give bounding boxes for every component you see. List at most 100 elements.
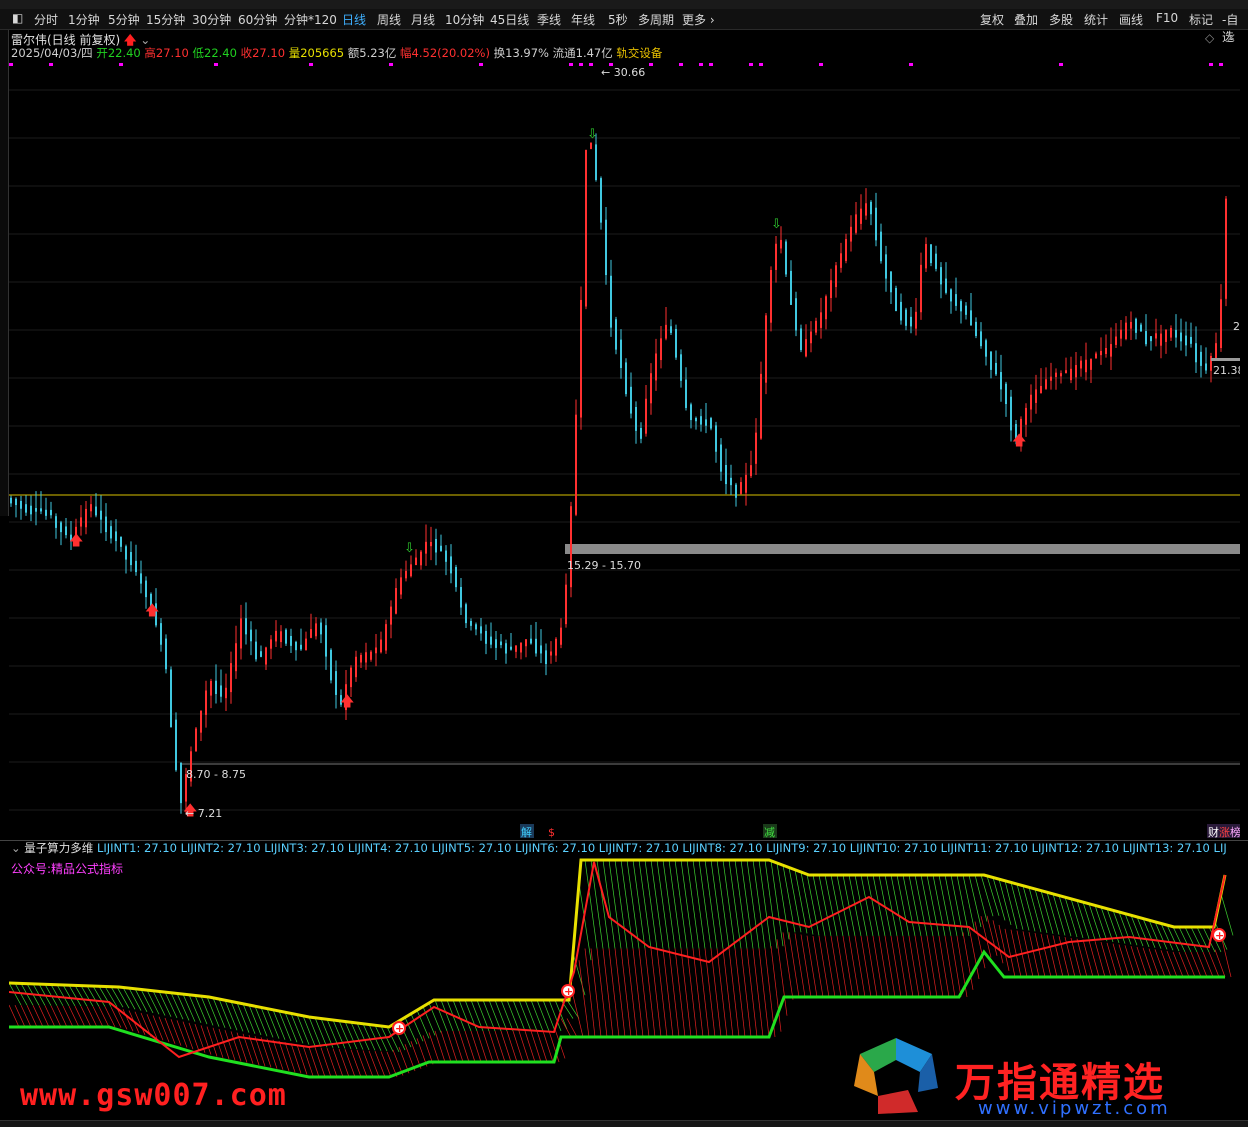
- indicator-menu-icon[interactable]: ⌄: [11, 841, 21, 855]
- period-tab[interactable]: 45日线: [490, 11, 529, 28]
- candle-body: [1220, 299, 1222, 349]
- period-tab[interactable]: 分钟*120: [284, 11, 337, 28]
- candle-body: [635, 407, 637, 431]
- period-tab[interactable]: 周线: [377, 11, 401, 28]
- candle-body: [1060, 373, 1062, 377]
- hatch-upper: [1166, 924, 1180, 952]
- hatch-upper: [1124, 913, 1138, 946]
- signal-dot: [909, 63, 913, 66]
- hatch-lower: [44, 1005, 56, 1028]
- period-tab[interactable]: 多周期: [638, 11, 674, 28]
- period-tab[interactable]: 60分钟: [238, 11, 277, 28]
- hatch-upper: [704, 859, 718, 949]
- candle-body: [950, 289, 952, 302]
- hatch-lower: [518, 1030, 530, 1063]
- hatch-lower: [470, 1030, 482, 1063]
- candle-body: [865, 203, 867, 216]
- candle-body: [680, 354, 682, 381]
- candle-body: [85, 508, 87, 528]
- hatch-lower: [9, 1004, 20, 1028]
- period-tab[interactable]: 1分钟: [68, 11, 100, 28]
- hatch-upper: [638, 859, 652, 949]
- more-dropdown[interactable]: 更多 ›: [682, 11, 715, 28]
- hatch-upper: [164, 991, 178, 1019]
- candle-body: [1115, 336, 1117, 345]
- hatch-lower: [926, 935, 938, 998]
- period-tab[interactable]: 10分钟: [445, 11, 484, 28]
- hatch-lower: [20, 1005, 32, 1028]
- hatch-lower: [500, 1030, 512, 1063]
- candle-body: [1195, 343, 1197, 363]
- candle-body: [640, 427, 642, 439]
- period-tab-active[interactable]: 日线: [342, 11, 366, 28]
- period-tab[interactable]: 年线: [571, 11, 595, 28]
- period-tab[interactable]: 季线: [537, 11, 561, 28]
- hatch-lower: [812, 935, 824, 998]
- event-marker: 减: [764, 826, 775, 839]
- hatch-upper: [98, 986, 112, 1007]
- hatch-lower: [458, 1030, 470, 1063]
- candle-body: [145, 580, 147, 598]
- signal-dot: [1219, 63, 1223, 66]
- candle-body: [490, 636, 492, 645]
- candle-body: [180, 762, 182, 804]
- hatch-lower: [782, 932, 794, 1000]
- candle-body: [620, 339, 622, 369]
- hatch-lower: [1130, 946, 1142, 978]
- period-tab[interactable]: 15分钟: [146, 11, 185, 28]
- candle-body: [355, 656, 357, 678]
- period-tab[interactable]: 5分钟: [108, 11, 140, 28]
- hatch-upper: [116, 986, 130, 1009]
- hatch-lower: [884, 935, 896, 998]
- candle-body: [415, 557, 417, 566]
- period-tab[interactable]: 30分钟: [192, 11, 231, 28]
- toolbar-button[interactable]: 画线: [1119, 11, 1143, 28]
- indicator-value: LIJINT13: 27.10: [1118, 841, 1210, 855]
- candle-body: [225, 687, 227, 699]
- toolbar-button[interactable]: 叠加: [1014, 11, 1038, 28]
- hatch-lower: [92, 1006, 104, 1028]
- candle-body: [385, 624, 387, 651]
- signal-dot: [709, 63, 713, 66]
- hatch-lower: [368, 1050, 380, 1078]
- hatch-lower: [1184, 951, 1196, 978]
- toolbar-button[interactable]: 多股: [1049, 11, 1073, 28]
- toolbar-button[interactable]: 统计: [1084, 11, 1108, 28]
- hatch-upper: [716, 859, 730, 949]
- candle-body: [675, 328, 677, 358]
- hatch-lower: [818, 935, 830, 998]
- indicator-value: LIJINT12: 27.10: [1027, 841, 1119, 855]
- period-tab[interactable]: 5秒: [608, 11, 628, 28]
- left-tab-strip[interactable]: [0, 30, 9, 516]
- candle-body: [1145, 331, 1147, 345]
- hatch-upper: [308, 1016, 322, 1048]
- candle-body: [880, 231, 882, 262]
- candle-body: [400, 577, 402, 595]
- hatch-upper: [224, 1000, 238, 1031]
- diamond-icon[interactable]: ◇: [1205, 31, 1214, 45]
- candle-body: [915, 311, 917, 329]
- toolbar-button[interactable]: F10: [1156, 11, 1178, 25]
- period-tab[interactable]: 月线: [411, 11, 435, 28]
- candle-body: [585, 149, 587, 307]
- candle-body: [705, 419, 707, 426]
- hatch-upper: [896, 874, 910, 937]
- candle-body: [1035, 389, 1037, 403]
- event-marker: 涨: [1219, 826, 1230, 839]
- candle-body: [755, 432, 757, 464]
- close-icon[interactable]: ✕: [1226, 31, 1236, 45]
- candle-body: [465, 604, 467, 624]
- candle-body: [1090, 358, 1092, 370]
- hatch-lower: [794, 933, 806, 998]
- candlestick-chart[interactable]: 🡅🡅🡅🡅🡅⇩⇩⇩← 30.66← 7.2115.29 - 15.708.70 -…: [9, 60, 1240, 840]
- indicator-header: ⌄ 量子算力多维 LIJINT1: 27.10 LIJINT2: 27.10 L…: [11, 841, 1227, 855]
- hatch-lower: [752, 948, 764, 1038]
- hatch-upper: [920, 874, 934, 937]
- toolbar-button[interactable]: 标记: [1189, 11, 1213, 28]
- candle-body: [335, 671, 337, 695]
- hatch-lower: [824, 935, 836, 998]
- toolbar-toggle-icon[interactable]: ◧: [12, 11, 23, 25]
- period-tab[interactable]: 分时: [34, 11, 58, 28]
- candle-body: [505, 643, 507, 654]
- toolbar-button[interactable]: 复权: [980, 11, 1004, 28]
